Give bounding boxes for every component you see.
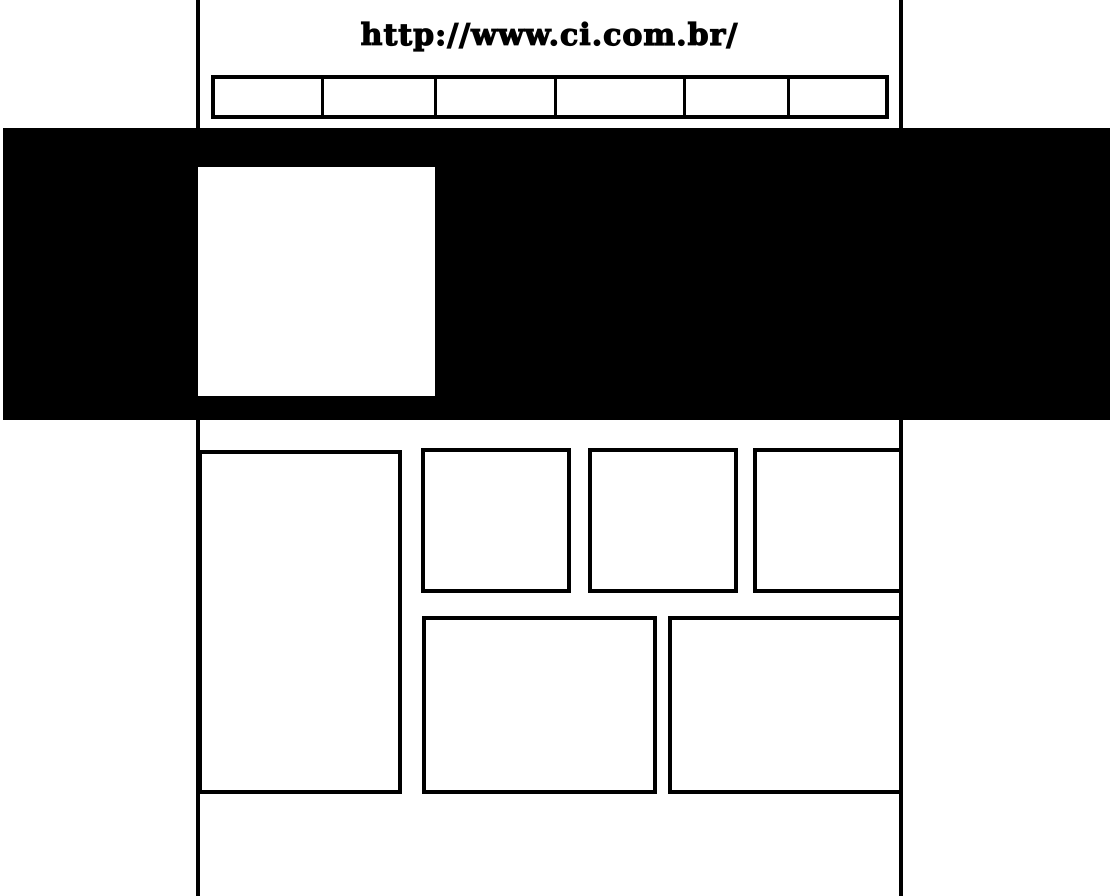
- nav-item-4[interactable]: [557, 79, 683, 115]
- sidebar-box[interactable]: [198, 450, 402, 794]
- content-box-2[interactable]: [588, 448, 738, 593]
- nav-item-6[interactable]: [790, 79, 885, 115]
- nav-bar: [211, 75, 889, 119]
- site-url-title[interactable]: http://www.ci.com.br/: [200, 16, 899, 56]
- nav-item-1[interactable]: [215, 79, 321, 115]
- content-box-4[interactable]: [422, 616, 657, 794]
- content-box-1[interactable]: [421, 448, 571, 593]
- nav-item-3[interactable]: [437, 79, 554, 115]
- content-box-3[interactable]: [753, 448, 899, 593]
- page: http://www.ci.com.br/: [0, 0, 1110, 896]
- content-box-5[interactable]: [668, 616, 899, 794]
- nav-item-5[interactable]: [686, 79, 787, 115]
- hero-banner: [3, 128, 1110, 420]
- hero-image-placeholder[interactable]: [198, 167, 435, 396]
- nav-item-2[interactable]: [324, 79, 434, 115]
